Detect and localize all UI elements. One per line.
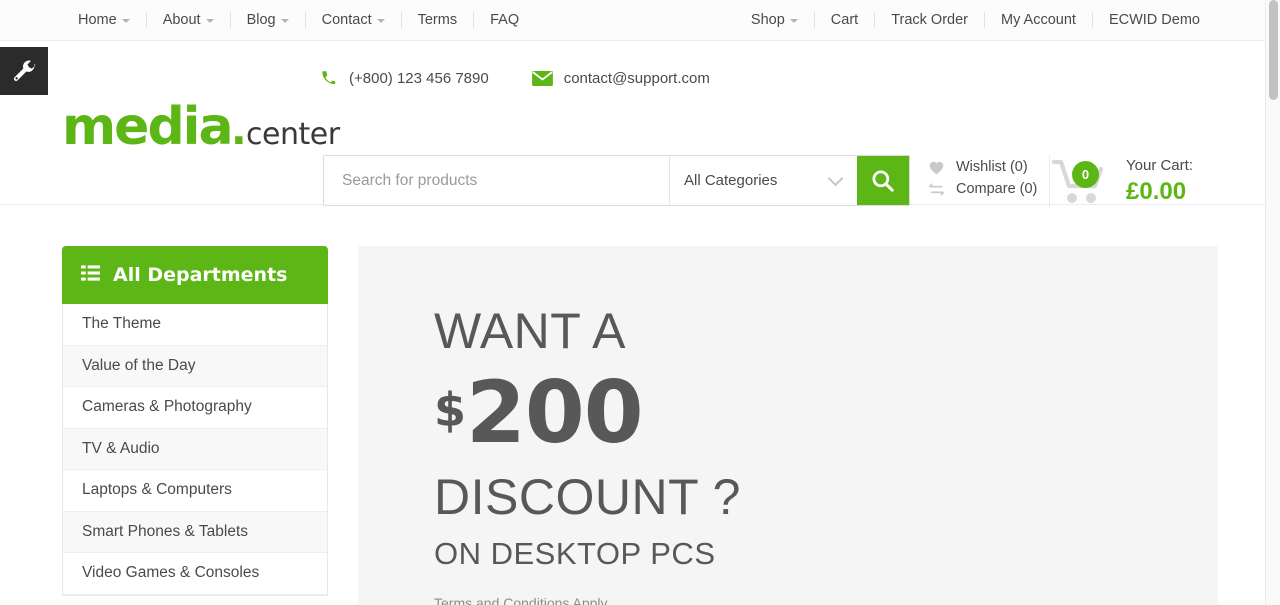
page-scrollbar[interactable] [1265, 0, 1280, 605]
search-icon [872, 169, 894, 192]
sidebar-item-value-of-the-day[interactable]: Value of the Day [63, 345, 327, 387]
sidebar-item-label: Video Games & Consoles [82, 564, 260, 582]
compare-icon [928, 182, 945, 197]
category-select[interactable]: All Categories [669, 156, 857, 205]
all-departments-header[interactable]: All Departments [62, 246, 328, 304]
sidebar-item-label: Smart Phones & Tablets [82, 522, 248, 540]
main-content: All Departments The Theme Value of the Da… [0, 205, 1280, 605]
sidebar-item-label: Laptops & Computers [82, 481, 232, 499]
chevron-down-icon [376, 19, 385, 23]
nav-item-track-order[interactable]: Track Order [875, 12, 984, 28]
promo-terms: Terms and Conditions Apply [434, 595, 608, 605]
promo-line-4: ON DESKTOP PCS [434, 536, 716, 571]
nav-item-label: Shop [750, 12, 785, 28]
chevron-down-icon [280, 19, 289, 23]
chevron-down-icon [121, 19, 130, 23]
nav-item-cart[interactable]: Cart [815, 12, 874, 28]
sidebar-item-tv-audio[interactable]: TV & Audio [63, 428, 327, 470]
promo-line-3: DISCOUNT ? [434, 469, 741, 525]
nav-item-label: Home [78, 12, 117, 28]
all-departments-label: All Departments [113, 264, 288, 286]
nav-item-blog[interactable]: Blog [231, 12, 305, 28]
nav-item-label: Blog [246, 12, 276, 28]
promo-line-1: WANT A [434, 303, 626, 359]
site-header: (+800) 123 456 7890 contact@support.com … [0, 41, 1280, 209]
nav-item-label: FAQ [490, 12, 520, 28]
sidebar-item-label: TV & Audio [82, 439, 160, 457]
dev-toolbar-toggle[interactable] [0, 47, 48, 95]
sidebar-item-label: The Theme [82, 315, 161, 333]
cart-total: £0.00 [1126, 178, 1187, 206]
top-navigation-bar: Home About Blog Contact Terms FAQ Shop Cart Tra… [0, 0, 1280, 41]
nav-item-label: Track Order [891, 12, 968, 28]
search-button[interactable] [857, 156, 909, 205]
sidebar-item-label: Cameras & Photography [82, 398, 252, 416]
list-icon [81, 264, 100, 286]
departments-list: The Theme Value of the Day Cameras & Photo… [62, 304, 328, 596]
compare-label: Compare (0) [956, 181, 1038, 197]
nav-item-label: Cart [830, 12, 859, 28]
cart-count-badge: 0 [1072, 161, 1099, 188]
promo-currency: $ [434, 383, 467, 437]
logo-primary-text: media [62, 97, 234, 157]
category-select-value: All Categories [684, 172, 778, 189]
logo-dot: . [231, 98, 247, 156]
wrench-icon [13, 60, 36, 81]
chevron-down-icon [827, 170, 844, 186]
header-phone-number: (+800) 123 456 7890 [349, 70, 489, 87]
heart-icon [928, 160, 945, 175]
search-input[interactable] [324, 156, 669, 205]
nav-item-home[interactable]: Home [62, 12, 146, 28]
nav-item-terms[interactable]: Terms [402, 12, 473, 28]
sidebar-item-label: Value of the Day [82, 356, 196, 374]
nav-item-my-account[interactable]: My Account [985, 12, 1092, 28]
nav-item-label: My Account [1001, 12, 1076, 28]
departments-sidebar: All Departments The Theme Value of the Da… [62, 246, 328, 605]
cart-widget[interactable]: 0 Your Cart: £0.00 [1049, 155, 1193, 209]
promo-price: $200 [434, 370, 1218, 456]
top-nav-right-group: Shop Cart Track Order My Account ECWID Demo [735, 12, 1216, 28]
header-contact-info: (+800) 123 456 7890 contact@support.com [320, 69, 710, 88]
site-logo[interactable]: media.center [62, 97, 340, 157]
nav-item-label: ECWID Demo [1108, 12, 1200, 28]
nav-item-label: Terms [417, 12, 458, 28]
nav-item-about[interactable]: About [147, 12, 230, 28]
compare-link[interactable]: Compare (0) [928, 181, 1037, 197]
cart-label: Your Cart: [1126, 156, 1193, 174]
phone-icon [320, 69, 339, 88]
header-quick-links: Wishlist (0) Compare (0) [928, 159, 1037, 197]
promo-banner-content: WANT A $200 DISCOUNT ? ON DESKTOP PCS Te… [358, 246, 1218, 605]
promo-amount: 200 [466, 363, 644, 463]
sidebar-item-video-games-consoles[interactable]: Video Games & Consoles [63, 553, 327, 595]
wishlist-link[interactable]: Wishlist (0) [928, 159, 1037, 175]
promo-banner[interactable]: WANT A $200 DISCOUNT ? ON DESKTOP PCS Te… [358, 246, 1218, 605]
wishlist-label: Wishlist (0) [956, 159, 1028, 175]
nav-item-shop[interactable]: Shop [735, 12, 814, 28]
nav-item-contact[interactable]: Contact [306, 12, 401, 28]
nav-item-label: Contact [321, 12, 372, 28]
header-email: contact@support.com [563, 70, 710, 87]
nav-item-ecwid-demo[interactable]: ECWID Demo [1093, 12, 1216, 28]
logo-secondary-text: center [246, 117, 340, 152]
sidebar-item-laptops-computers[interactable]: Laptops & Computers [63, 470, 327, 512]
chevron-down-icon [205, 19, 214, 23]
nav-item-label: About [162, 12, 201, 28]
sidebar-item-smart-phones-tablets[interactable]: Smart Phones & Tablets [63, 511, 327, 553]
scrollbar-thumb[interactable] [1269, 0, 1278, 100]
sidebar-item-the-theme[interactable]: The Theme [63, 304, 327, 346]
chevron-down-icon [789, 19, 798, 23]
sidebar-item-cameras-photography[interactable]: Cameras & Photography [63, 387, 327, 429]
top-nav-left-group: Home About Blog Contact Terms FAQ [62, 12, 535, 28]
cart-text-block: Your Cart: £0.00 [1126, 157, 1193, 208]
product-search-bar: All Categories [323, 155, 910, 206]
envelope-icon [531, 70, 554, 87]
cart-icon-wrapper: 0 [1050, 155, 1112, 209]
nav-item-faq[interactable]: FAQ [474, 12, 535, 28]
